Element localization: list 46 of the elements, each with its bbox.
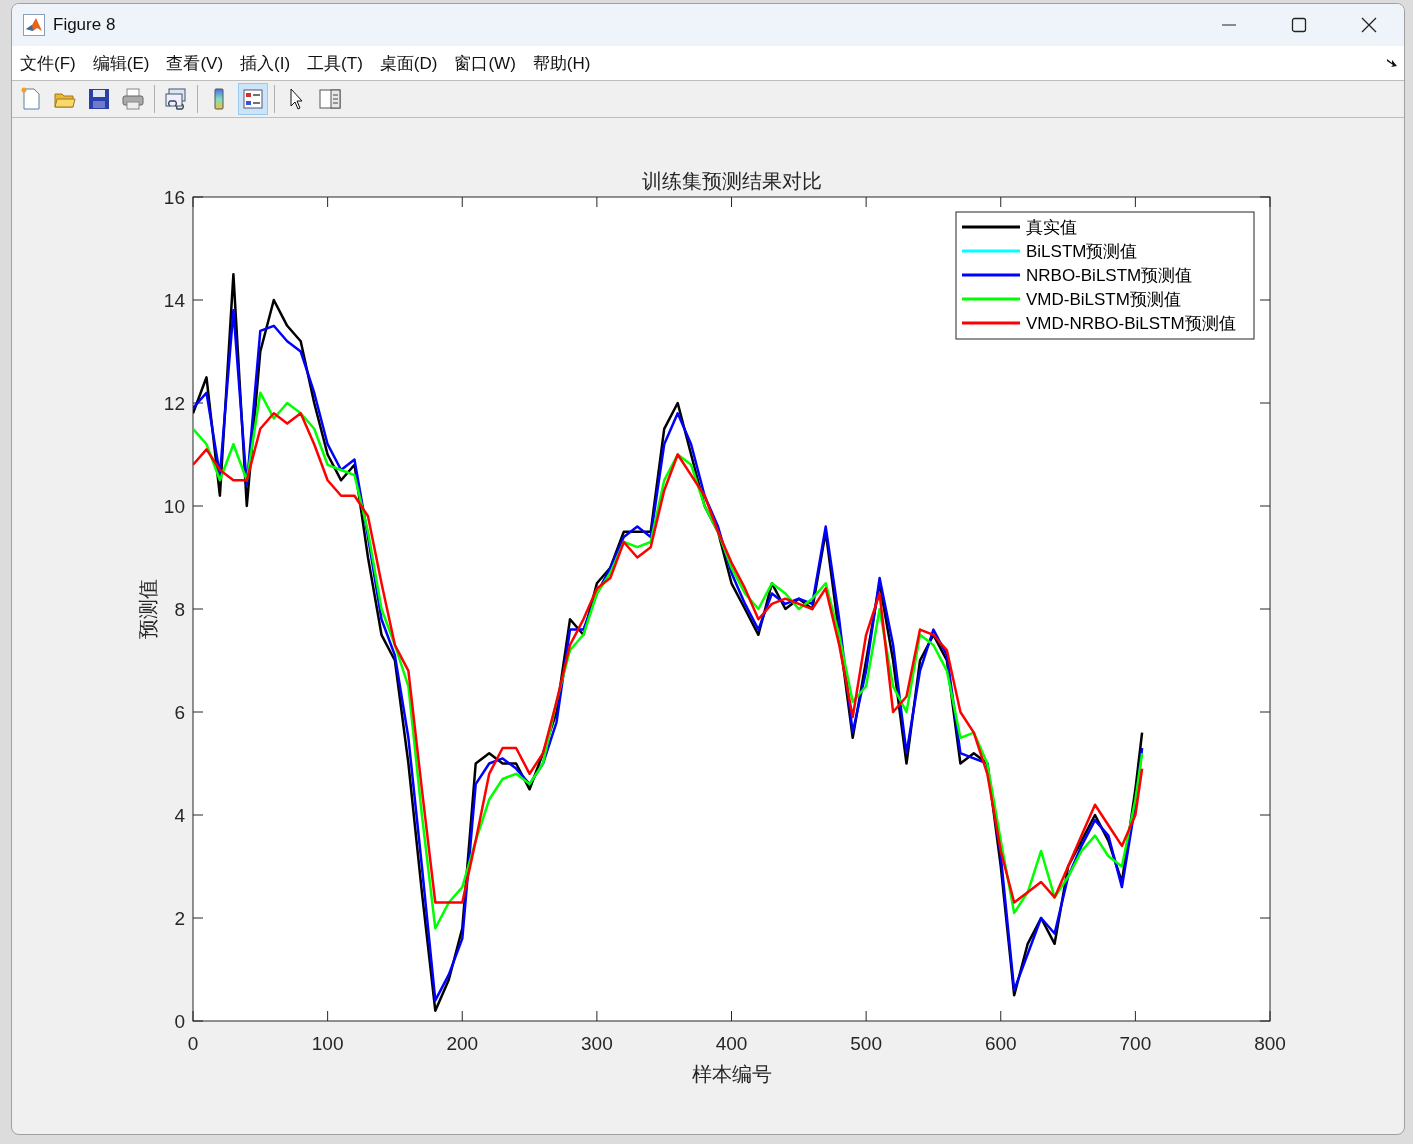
close-icon (1361, 17, 1377, 33)
legend-label: VMD-BiLSTM预测值 (1026, 290, 1181, 309)
y-tick-label: 0 (174, 1011, 185, 1032)
app-logo-icon (23, 14, 45, 36)
legend-button[interactable] (238, 83, 268, 115)
maximize-icon (1291, 17, 1307, 33)
y-tick-label: 4 (174, 805, 185, 826)
legend-label: 真实值 (1026, 218, 1077, 237)
panel-icon (318, 87, 342, 111)
menu-item[interactable]: 文件(F) (20, 51, 76, 75)
printer-icon (121, 87, 145, 111)
y-tick-label: 14 (163, 290, 185, 311)
y-tick-label: 10 (163, 496, 185, 517)
chart-title: 训练集预测结果对比 (641, 170, 822, 192)
y-tick-label: 6 (174, 702, 185, 723)
menu-item[interactable]: 桌面(D) (379, 51, 438, 75)
x-tick-label: 800 (1254, 1033, 1286, 1054)
x-axis-label: 样本编号 (691, 1063, 772, 1085)
new-file-icon (19, 87, 43, 111)
x-tick-label: 400 (715, 1033, 748, 1054)
menu-item[interactable]: 查看(V) (166, 51, 224, 75)
menu-item[interactable]: 工具(T) (307, 51, 363, 75)
legend-label: VMD-NRBO-BiLSTM预测值 (1026, 314, 1236, 333)
x-tick-label: 300 (581, 1033, 613, 1054)
window-title: Figure 8 (53, 15, 116, 35)
legend-icon (241, 87, 265, 111)
x-tick-label: 100 (311, 1033, 344, 1054)
legend-label: BiLSTM预测值 (1026, 242, 1138, 261)
x-tick-label: 600 (984, 1033, 1017, 1054)
y-tick-label: 2 (174, 908, 185, 929)
y-tick-label: 8 (174, 599, 185, 620)
x-tick-label: 200 (446, 1033, 479, 1054)
menu-item[interactable]: 窗口(W) (454, 51, 516, 75)
linked-windows-icon (164, 87, 188, 111)
y-axis-label: 预测值 (137, 579, 159, 639)
menu-item[interactable]: 帮助(H) (532, 51, 591, 75)
x-tick-label: 0 (187, 1033, 199, 1054)
y-tick-label: 12 (163, 393, 185, 414)
legend-label: NRBO-BiLSTM预测值 (1026, 266, 1193, 285)
y-tick-label: 16 (163, 187, 185, 208)
menu-item[interactable]: 插入(I) (240, 51, 291, 75)
dock-arrow-icon[interactable] (1386, 58, 1398, 68)
minimize-icon (1222, 24, 1236, 26)
menu-item[interactable]: 编辑(E) (92, 51, 150, 75)
x-tick-label: 700 (1119, 1033, 1152, 1054)
x-tick-label: 500 (850, 1033, 882, 1054)
